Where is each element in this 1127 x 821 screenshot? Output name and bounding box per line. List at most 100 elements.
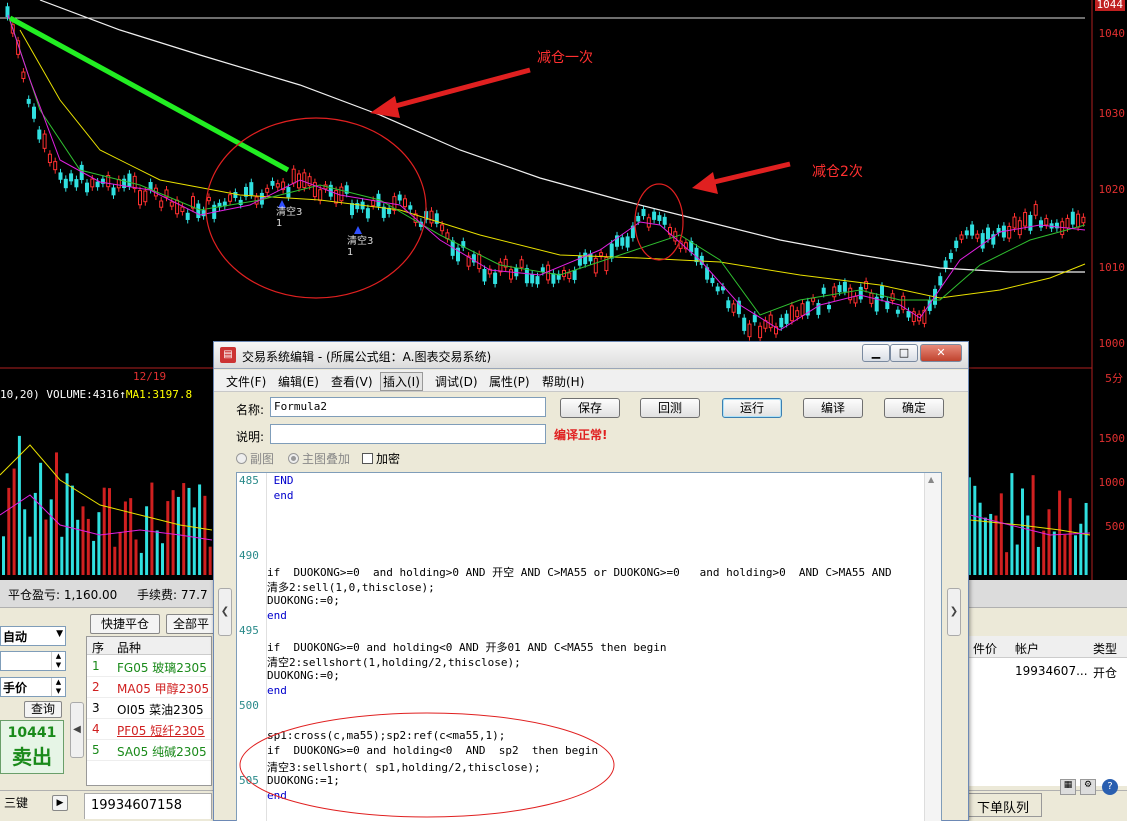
volume-bar	[86, 518, 90, 575]
menu-view[interactable]: 查看(V)	[331, 373, 373, 390]
backtest-button[interactable]: 回测	[640, 398, 700, 418]
encrypt-checkbox[interactable]: 加密	[362, 450, 400, 467]
price-tick: 1020	[1098, 183, 1126, 196]
code-editor[interactable]: 485 490 495 500 505 END end if DUOKONG>=0…	[236, 472, 942, 821]
tab-account[interactable]: 19934607158	[84, 793, 212, 819]
candle-body	[662, 216, 667, 225]
order-account[interactable]: 19934607...	[1015, 664, 1088, 678]
scroll-right-icon[interactable]: ❯	[947, 588, 961, 636]
candle-body	[1017, 220, 1022, 236]
editor-menubar: 文件(F) 编辑(E) 查看(V) 插入(I) 调试(D) 属性(P) 帮助(H…	[214, 370, 968, 392]
volume-bar	[1036, 546, 1040, 575]
candle-body	[800, 303, 805, 316]
candle-body	[742, 317, 747, 331]
volume-bar	[139, 552, 143, 575]
radio-subchart[interactable]: 副图	[236, 450, 274, 467]
volume-bar	[203, 495, 207, 575]
candle-body	[795, 310, 800, 318]
volume-bar	[171, 490, 175, 575]
menu-debug[interactable]: 调试(D)	[435, 373, 478, 390]
candle-body	[1081, 216, 1086, 224]
volume-bar	[134, 539, 138, 575]
candle-body	[509, 269, 513, 280]
candle-body	[127, 173, 132, 187]
candle-body	[365, 208, 370, 219]
volume-bar	[999, 493, 1003, 575]
three-key-button[interactable]: 三键	[0, 793, 32, 815]
spin-arrows-icon[interactable]: ▲ ▼	[51, 652, 65, 670]
compile-button[interactable]: 编译	[803, 398, 863, 418]
volume-bar	[989, 513, 993, 575]
list-item[interactable]: 2 MA05 甲醇2305	[87, 677, 211, 698]
menu-file[interactable]: 文件(F)	[226, 373, 266, 390]
menu-help[interactable]: 帮助(H)	[542, 373, 584, 390]
candle-body	[1033, 204, 1038, 216]
volume-bar	[1031, 475, 1035, 575]
candle-body	[334, 190, 339, 204]
description-input[interactable]	[270, 424, 546, 444]
query-button[interactable]: 查询	[24, 701, 62, 718]
volume-bar	[1026, 515, 1030, 575]
symbol-index: 3	[92, 701, 100, 715]
candle-body	[970, 224, 975, 236]
order-table-header: 件价 帐户 类型	[969, 636, 1127, 658]
candle-body	[429, 210, 434, 224]
menu-insert[interactable]: 插入(I)	[380, 372, 423, 391]
volume-bar	[994, 515, 998, 575]
menu-edit[interactable]: 编辑(E)	[278, 373, 319, 390]
volume-bar	[12, 468, 16, 575]
list-item[interactable]: 4 PF05 短纤2305	[87, 719, 211, 740]
close-all-button[interactable]: 全部平	[166, 614, 216, 634]
tab-order-queue[interactable]: 下单队列	[968, 793, 1042, 817]
save-button[interactable]: 保存	[560, 398, 620, 418]
editor-titlebar[interactable]: ▤ 交易系统编辑 - (所属公式组：A.图表交易系统) ▁ □ ✕	[214, 342, 968, 369]
candle-body	[74, 179, 79, 188]
close-icon[interactable]: ✕	[920, 344, 962, 362]
quick-close-button[interactable]: 快捷平仓	[90, 614, 160, 634]
volume-bar	[182, 483, 186, 575]
candle-body	[302, 172, 307, 188]
mode-select[interactable]: 自动 ▼	[0, 626, 66, 646]
run-button[interactable]: 运行	[722, 398, 782, 418]
quantity-stepper[interactable]: ▲ ▼	[0, 651, 66, 671]
candle-body	[731, 303, 736, 313]
tab-scroll-right-icon[interactable]: ▶	[52, 795, 68, 811]
volume-bar	[161, 543, 164, 575]
candle-body	[440, 224, 445, 232]
menu-properties[interactable]: 属性(P)	[489, 373, 530, 390]
help-icon[interactable]: ?	[1102, 779, 1118, 795]
price-type-select[interactable]: 手价 ▲ ▼	[0, 677, 66, 697]
symbol-index: 5	[92, 743, 100, 757]
list-item[interactable]: 5 SA05 纯碱2305	[87, 740, 211, 761]
candle-body	[350, 203, 354, 216]
candle-body	[975, 233, 980, 239]
name-input[interactable]: Formula2	[270, 397, 546, 417]
ok-button[interactable]: 确定	[884, 398, 944, 418]
radio-icon	[288, 453, 299, 464]
list-item[interactable]: 3 OI05 菜油2305	[87, 698, 211, 719]
grid-icon[interactable]: ▦	[1060, 779, 1076, 795]
radio-main-overlay[interactable]: 主图叠加	[288, 450, 350, 467]
scroll-left-icon[interactable]: ◀	[70, 702, 84, 758]
volume-bar	[118, 531, 122, 575]
sell-button[interactable]: 10441 卖出	[0, 720, 64, 774]
minimize-icon[interactable]: ▁	[862, 344, 890, 362]
order-type[interactable]: 开仓	[1093, 664, 1117, 681]
volume-bar	[49, 499, 53, 575]
candle-body	[143, 190, 148, 203]
list-item[interactable]: 1 FG05 玻璃2305	[87, 656, 211, 677]
spin-arrows-icon[interactable]: ▲ ▼	[51, 678, 65, 696]
symbol-name: MA05 甲醇2305	[117, 682, 210, 696]
volume-bar	[176, 496, 180, 575]
period-label[interactable]: 5分	[1105, 370, 1123, 386]
candle-body	[620, 237, 625, 246]
scroll-left-icon[interactable]: ❮	[218, 588, 232, 636]
maximize-icon[interactable]: □	[890, 344, 918, 362]
candle-body	[408, 205, 413, 210]
settings-icon[interactable]: ⚙	[1080, 779, 1096, 795]
candle-body	[567, 272, 572, 280]
price-tick: 1000	[1098, 337, 1126, 350]
candle-body	[169, 201, 174, 207]
candle-body	[206, 196, 211, 202]
volume-bar	[155, 530, 159, 575]
